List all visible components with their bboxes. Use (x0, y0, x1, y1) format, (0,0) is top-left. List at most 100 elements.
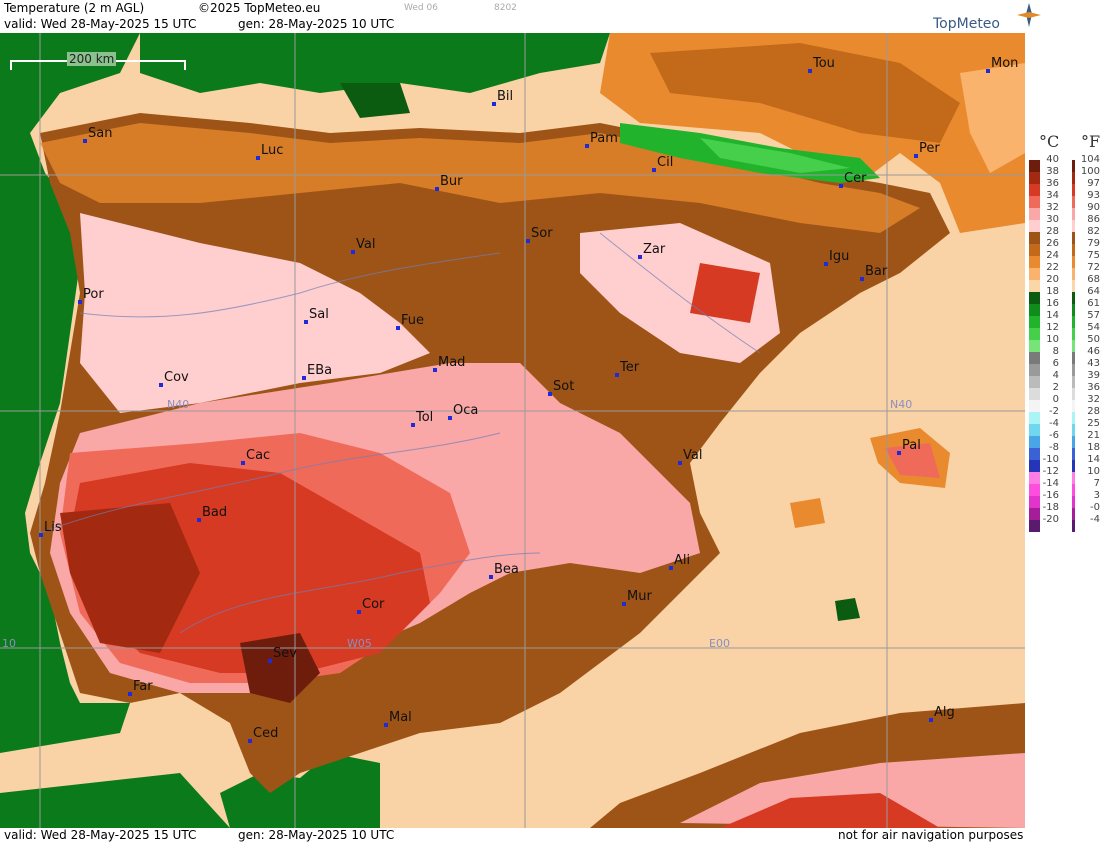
legend-swatch-f (1072, 328, 1075, 340)
city-label: Oca (453, 403, 479, 418)
city-marker (159, 383, 163, 387)
city-label: Far (133, 679, 153, 694)
legend-swatch-f (1072, 460, 1075, 472)
city-label: Alg (934, 705, 955, 720)
city-label: Mur (627, 589, 652, 604)
city-marker (914, 154, 918, 158)
legend-fahrenheit-value: 100 (1080, 166, 1100, 177)
city-marker (526, 239, 530, 243)
legend-celsius-value: 14 (1046, 310, 1059, 321)
legend-fahrenheit-value: 10 (1087, 466, 1100, 477)
legend-celsius-value: -16 (1042, 490, 1059, 501)
frame-label: Wed 06 (404, 3, 438, 13)
city-label: Fue (401, 313, 425, 328)
legend-swatch-f (1072, 244, 1075, 256)
city-marker (548, 392, 552, 396)
legend-swatch-f (1072, 484, 1075, 496)
legend-fahrenheit-value: 104 (1080, 154, 1100, 165)
legend-swatch-f (1072, 376, 1075, 388)
city-marker (128, 692, 132, 696)
legend-fahrenheit-value: 46 (1087, 346, 1100, 357)
legend-fahrenheit-value: -4 (1090, 514, 1100, 525)
city-label: Cac (246, 448, 271, 463)
city-marker (652, 168, 656, 172)
city-marker (83, 139, 87, 143)
unit-fahrenheit: °F (1081, 132, 1101, 151)
legend-swatch-f (1072, 172, 1075, 184)
city-marker (39, 533, 43, 537)
city-label: Val (356, 237, 376, 252)
city-marker (302, 376, 306, 380)
city-label: Mal (389, 710, 412, 725)
legend-celsius-value: 26 (1046, 238, 1059, 249)
legend-swatch-f (1072, 160, 1075, 172)
legend-celsius-value: -20 (1042, 514, 1059, 525)
city-label: Mon (991, 56, 1019, 71)
legend-swatch-f (1072, 304, 1075, 316)
unit-celsius: °C (1039, 132, 1060, 151)
city-marker (808, 69, 812, 73)
footer-valid-time: valid: Wed 28-May-2025 15 UTC (4, 828, 197, 842)
lon-label-w05: W05 (347, 637, 372, 650)
copyright: ©2025 TopMeteo.eu (198, 1, 321, 15)
legend-celsius-value: 2 (1052, 382, 1059, 393)
legend-swatch-f (1072, 352, 1075, 364)
legend-swatch-f (1072, 256, 1075, 268)
city-label: Ali (674, 553, 691, 568)
logo-text: TopMeteo (933, 16, 1000, 32)
city-marker (678, 461, 682, 465)
code-label: 8202 (494, 3, 517, 13)
city-label: Pal (902, 438, 921, 453)
legend-celsius-value: 40 (1046, 154, 1059, 165)
city-marker (824, 262, 828, 266)
legend-fahrenheit-value: 39 (1087, 370, 1100, 381)
legend-fahrenheit-value: 61 (1087, 298, 1100, 309)
temperature-map[interactable]: 200 km N40 N40 10 W05 E00 Tou Mon Bil San Pa… (0, 33, 1025, 828)
legend-swatch-f (1072, 508, 1075, 520)
header-line-2: valid: Wed 28-May-2025 15 UTC gen: 28-Ma… (0, 16, 1025, 32)
legend-celsius-value: -4 (1049, 418, 1059, 429)
ebro-hot (690, 263, 760, 323)
legend-fahrenheit-value: 54 (1087, 322, 1100, 333)
city-label: Bar (865, 264, 888, 279)
legend-celsius-value: 16 (1046, 298, 1059, 309)
city-marker (897, 451, 901, 455)
legend-fahrenheit-value: 79 (1087, 238, 1100, 249)
legend-fahrenheit-value: 72 (1087, 262, 1100, 273)
legend-swatch-f (1072, 340, 1075, 352)
city-marker (268, 659, 272, 663)
city-marker (433, 368, 437, 372)
disclaimer: not for air navigation purposes (838, 828, 1024, 842)
legend-swatch-f (1072, 220, 1075, 232)
legend-celsius-value: 8 (1052, 346, 1059, 357)
city-label: Tol (416, 410, 434, 425)
legend-celsius-value: 0 (1052, 394, 1059, 405)
legend-swatch-f (1072, 292, 1075, 304)
city-marker (384, 723, 388, 727)
legend-fahrenheit-value: 3 (1093, 490, 1100, 501)
legend-celsius-value: 22 (1046, 262, 1059, 273)
legend-celsius-value: 12 (1046, 322, 1059, 333)
map-svg (0, 33, 1025, 828)
legend-swatch-f (1072, 280, 1075, 292)
city-marker (78, 300, 82, 304)
legend-fahrenheit-value: 18 (1087, 442, 1100, 453)
city-label: Ter (620, 360, 640, 375)
legend-fahrenheit-value: 57 (1087, 310, 1100, 321)
legend-swatch-f (1072, 268, 1075, 280)
legend-swatch-f (1072, 520, 1075, 532)
legend-fahrenheit-value: 7 (1093, 478, 1100, 489)
legend-celsius-value: 18 (1046, 286, 1059, 297)
legend-celsius-value: -10 (1042, 454, 1059, 465)
valid-time: valid: Wed 28-May-2025 15 UTC (4, 17, 197, 31)
city-label: Sot (553, 379, 575, 394)
header-line-1: Temperature (2 m AGL) ©2025 TopMeteo.eu … (0, 0, 1025, 16)
lat-label-n40-w: N40 (167, 398, 190, 411)
legend-fahrenheit-value: 21 (1087, 430, 1100, 441)
city-label: San (88, 126, 113, 141)
lat-label-n40-e: N40 (890, 398, 913, 411)
legend-swatch-f (1072, 496, 1075, 508)
legend-celsius-value: 24 (1046, 250, 1059, 261)
legend-fahrenheit-value: 97 (1087, 178, 1100, 189)
city-label: Luc (261, 143, 284, 158)
